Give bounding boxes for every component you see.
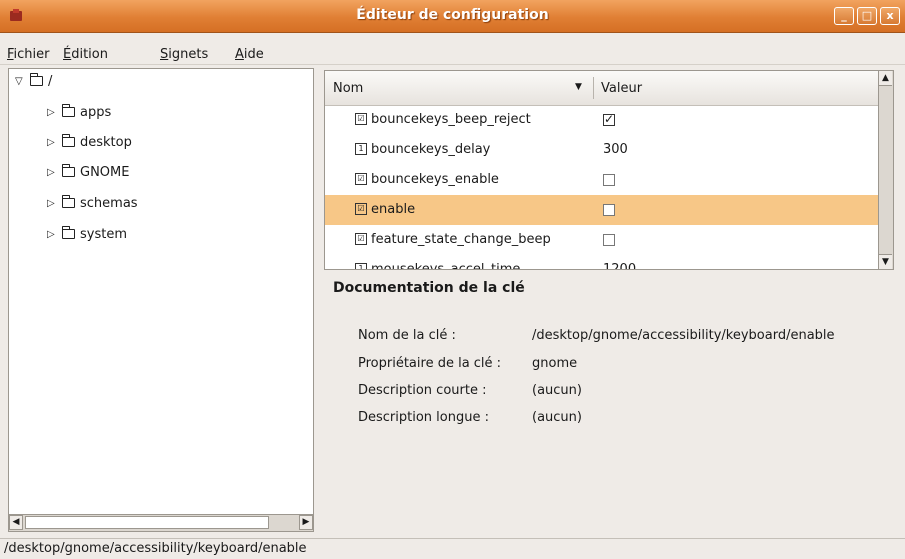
key-name-label: Nom de la clé :: [358, 328, 456, 343]
folder-icon: [61, 134, 75, 147]
expander-icon[interactable]: ▷: [47, 107, 57, 118]
expander-open-icon[interactable]: ▽: [15, 76, 25, 87]
list-header: Nom ▼ Valeur: [325, 71, 893, 106]
menu-aide[interactable]: Aide: [235, 47, 264, 62]
list-row[interactable]: 1 bouncekeys_delay 300: [325, 135, 883, 165]
key-name: bouncekeys_beep_reject: [371, 112, 531, 127]
menu-bar: Fichier Édition Signets Aide: [0, 33, 905, 65]
bool-key-icon: ☑: [355, 203, 367, 215]
tree-item-gnome[interactable]: ▷ GNOME: [47, 162, 129, 182]
tree-item-apps[interactable]: ▷ apps: [47, 102, 111, 122]
tree-item-label: apps: [80, 104, 112, 120]
doc-title: Documentation de la clé: [333, 280, 525, 296]
int-key-icon: 1: [355, 143, 367, 155]
folder-icon: [61, 104, 75, 117]
tree-root[interactable]: ▽ /: [15, 71, 52, 91]
tree-item-label: desktop: [80, 134, 132, 150]
tree-item-schemas[interactable]: ▷ schemas: [47, 193, 138, 213]
list-row-selected[interactable]: ☑ enable: [325, 195, 883, 225]
list-row[interactable]: ☑ bouncekeys_enable: [325, 165, 883, 195]
bool-key-icon: ☑: [355, 233, 367, 245]
owner-value: gnome: [532, 356, 578, 371]
key-name: enable: [371, 202, 416, 217]
long-desc-value: (aucun): [532, 410, 582, 425]
tree-item-label: schemas: [80, 195, 138, 211]
folder-icon: [61, 164, 75, 177]
key-name: bouncekeys_enable: [371, 172, 499, 187]
value-checkbox[interactable]: [603, 234, 615, 246]
key-value[interactable]: 300: [603, 142, 628, 157]
list-row[interactable]: ☑ feature_state_change_beep: [325, 225, 883, 255]
folder-open-icon: [29, 73, 43, 86]
tree-item-desktop[interactable]: ▷ desktop: [47, 132, 132, 152]
key-name-value: /desktop/gnome/accessibility/keyboard/en…: [532, 328, 835, 343]
key-name: feature_state_change_beep: [371, 232, 551, 247]
owner-label: Propriétaire de la clé :: [358, 356, 502, 371]
key-list[interactable]: Nom ▼ Valeur ☑ bouncekeys_beep_reject ✓ …: [324, 70, 894, 270]
vertical-scrollbar[interactable]: ▲ ▼: [878, 71, 893, 269]
value-checkbox[interactable]: [603, 174, 615, 186]
value-checkbox[interactable]: ✓: [603, 112, 615, 126]
key-name: mousekeys_accel_time: [371, 262, 521, 270]
scroll-up-icon[interactable]: ▲: [879, 71, 892, 86]
list-row[interactable]: ☑ bouncekeys_beep_reject ✓: [325, 105, 883, 135]
scroll-down-icon[interactable]: ▼: [879, 254, 892, 269]
column-name-header[interactable]: Nom: [333, 81, 363, 96]
expander-icon[interactable]: ▷: [47, 198, 57, 209]
window-title: Éditeur de configuration: [356, 7, 549, 23]
check-icon: ✓: [604, 112, 615, 126]
scroll-right-icon[interactable]: ▶: [299, 515, 313, 530]
bool-key-icon: ☑: [355, 113, 367, 125]
tree-pane[interactable]: ▽ / ▷ apps ▷ desktop ▷ GNOME ▷ schemas ▷…: [8, 68, 314, 532]
scroll-left-icon[interactable]: ◀: [9, 515, 23, 530]
expander-icon[interactable]: ▷: [47, 229, 57, 240]
maximize-button[interactable]: □: [857, 7, 877, 25]
long-desc-label: Description longue :: [358, 410, 489, 425]
expander-icon[interactable]: ▷: [47, 167, 57, 178]
status-path: /desktop/gnome/accessibility/keyboard/en…: [4, 541, 307, 556]
value-checkbox[interactable]: [603, 204, 615, 216]
expander-icon[interactable]: ▷: [47, 137, 57, 148]
folder-icon: [61, 226, 75, 239]
key-value[interactable]: 1200: [603, 262, 636, 269]
tree-item-label: system: [80, 226, 127, 242]
short-desc-value: (aucun): [532, 383, 582, 398]
scrollbar-thumb[interactable]: [25, 516, 269, 529]
horizontal-scrollbar[interactable]: ◀ ▶: [9, 514, 313, 531]
menu-edition[interactable]: Édition: [63, 47, 108, 62]
folder-icon: [61, 195, 75, 208]
sort-down-icon[interactable]: ▼: [575, 82, 582, 92]
column-separator[interactable]: [593, 77, 594, 99]
key-name: bouncekeys_delay: [371, 142, 491, 157]
status-bar: /desktop/gnome/accessibility/keyboard/en…: [0, 538, 905, 559]
tree-root-label: /: [48, 73, 53, 89]
tree-item-system[interactable]: ▷ system: [47, 224, 127, 244]
tree-item-label: GNOME: [80, 164, 130, 180]
menu-signets[interactable]: Signets: [160, 47, 208, 62]
title-bar[interactable]: Éditeur de configuration _ □ x: [0, 0, 905, 33]
int-key-icon: 1: [355, 263, 367, 269]
short-desc-label: Description courte :: [358, 383, 487, 398]
menu-fichier[interactable]: Fichier: [7, 47, 50, 62]
column-value-header[interactable]: Valeur: [601, 81, 642, 96]
minimize-button[interactable]: _: [834, 7, 854, 25]
list-row[interactable]: 1 mousekeys_accel_time 1200: [325, 255, 883, 270]
close-button[interactable]: x: [880, 7, 900, 25]
scrollbar-thumb[interactable]: [880, 131, 891, 251]
bool-key-icon: ☑: [355, 173, 367, 185]
